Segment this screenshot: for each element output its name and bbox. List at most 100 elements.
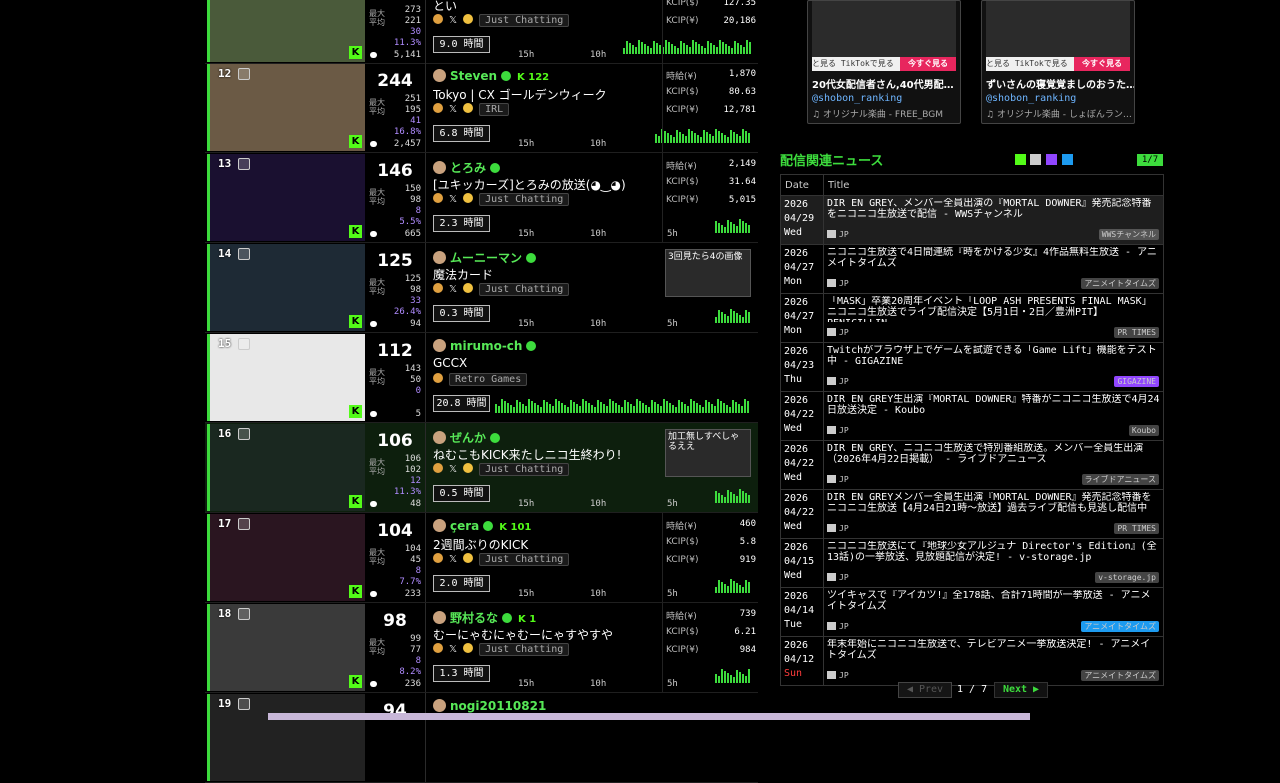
news-row[interactable]: 2026 04/27 Mon ニコニコ生放送で4日間連続『時をかける少女』4作品無料…: [780, 244, 1164, 294]
stream-info[interactable]: nogi20110821: [430, 693, 660, 782]
stream-info[interactable]: とろみ [ユキッカーズ]とろみの放送(◕‿◕) 𝕏 Just Chatting 2.…: [430, 153, 660, 242]
next-page-button[interactable]: Next ▶: [994, 682, 1048, 698]
channel-name[interactable]: ムーニーマン: [433, 249, 537, 266]
watch-now-button[interactable]: 今すぐ見る: [900, 57, 956, 71]
category-tag[interactable]: Just Chatting: [479, 553, 570, 566]
news-title[interactable]: ニコニコ生放送にて『地球少女アルジュナ Director's Edition』(…: [827, 541, 1160, 567]
news-title-cell[interactable]: DIR EN GREY、メンバー全員出演の『MORTAL DOWNER』発売記念…: [823, 195, 1164, 245]
news-title-cell[interactable]: DIR EN GREY、ニコニコ生放送で特別番組放送。メンバー全員生出演（202…: [823, 440, 1164, 490]
news-source-badge[interactable]: PR TIMES: [1114, 327, 1159, 338]
news-title-cell[interactable]: Twitchがブラウザ上でゲームを試遊できる「Game Lift」機能をテスト中…: [823, 342, 1164, 392]
checkbox-icon[interactable]: [238, 68, 250, 80]
news-row[interactable]: 2026 04/12 Sun 年末年始にニコニコ生放送で、テレビアニメ一挙放送決定!…: [780, 636, 1164, 686]
channel-name[interactable]: ぜんか: [433, 429, 501, 446]
news-source-badge[interactable]: ライブドアニュース: [1081, 474, 1159, 485]
channel-name[interactable]: çera K 101: [433, 519, 531, 533]
news-title-cell[interactable]: ツイキャスで『アイカツ!』全178話、合計71時間が一挙放送 - アニメイトタイ…: [823, 587, 1164, 637]
news-title[interactable]: DIR EN GREY、ニコニコ生放送で特別番組放送。メンバー全員生出演（202…: [827, 443, 1160, 469]
channel-name[interactable]: nogi20110821: [433, 699, 546, 713]
stream-thumbnail[interactable]: 13 K: [207, 154, 365, 241]
news-title[interactable]: DIR EN GREYメンバー全員生出演『MORTAL DOWNER』発売記念特…: [827, 492, 1160, 518]
news-title[interactable]: ツイキャスで『アイカツ!』全178話、合計71時間が一挙放送 - アニメイトタイ…: [827, 590, 1160, 616]
stream-thumbnail[interactable]: K: [207, 0, 365, 62]
stream-thumbnail[interactable]: 14 K: [207, 244, 365, 331]
tiktok-card-2[interactable]: と見る TikTokで見る 今すぐ見る ずいさんの寝覚覚ましのおうた… @sho…: [981, 0, 1135, 124]
stream-info[interactable]: 野村るな K 1 むーにゃむにゃむーにゃすやすや 𝕏 Just Chatting 1.…: [430, 603, 660, 692]
stream-row[interactable]: 18 K 98 最大 平均 99 77 8 8.2% 236 野村るな K 1 むーにゃ…: [205, 603, 758, 693]
news-source-badge[interactable]: Koubo: [1128, 425, 1159, 436]
category-tag[interactable]: Just Chatting: [479, 193, 570, 206]
news-title[interactable]: 年末年始にニコニコ生放送で、テレビアニメ一挙放送決定! - アニメイトタイムズ: [827, 639, 1160, 665]
channel-name[interactable]: Steven K 122: [433, 69, 549, 83]
category-tag[interactable]: Retro Games: [449, 373, 528, 386]
stream-thumbnail[interactable]: 15 K: [207, 334, 365, 421]
news-title[interactable]: ニコニコ生放送で4日間連続『時をかける少女』4作品無料生放送 - アニメイトタイ…: [827, 247, 1160, 273]
stream-thumbnail[interactable]: 12 K: [207, 64, 365, 151]
stream-row[interactable]: 16 K 106 最大 平均 106 102 12 11.3% 48 ぜんか ねむこも…: [205, 423, 758, 513]
stream-thumbnail[interactable]: 17 K: [207, 514, 365, 601]
checkbox-icon[interactable]: [238, 158, 250, 170]
news-source-badge[interactable]: v-storage.jp: [1095, 572, 1159, 583]
stream-thumbnail[interactable]: 16 K: [207, 424, 365, 511]
category-tag[interactable]: Just Chatting: [479, 14, 570, 27]
stream-row[interactable]: 19 94 nogi20110821: [205, 693, 758, 783]
x-icon[interactable]: 𝕏: [449, 284, 457, 295]
channel-name[interactable]: 野村るな K 1: [433, 609, 536, 626]
stream-row[interactable]: K 最大 平均 273 221 30 11.3% 5,141 とい 𝕏 Just …: [205, 0, 758, 64]
news-row[interactable]: 2026 04/22 Wed DIR EN GREYメンバー全員生出演『MORTAL…: [780, 489, 1164, 539]
checkbox-icon[interactable]: [238, 338, 250, 350]
news-title-cell[interactable]: ニコニコ生放送で4日間連続『時をかける少女』4作品無料生放送 - アニメイトタイ…: [823, 244, 1164, 294]
twitcasting-filter-icon[interactable]: [1062, 154, 1073, 165]
x-icon[interactable]: 𝕏: [449, 464, 457, 475]
stream-info[interactable]: ぜんか ねむこもKICK来たしニコ生終わり! 𝕏 Just Chatting 0.5…: [430, 423, 751, 512]
stream-preview[interactable]: 加工無しすべしゃるええ: [665, 429, 751, 477]
stream-info[interactable]: Steven K 122 Tokyo | CX ゴールデンウィーク 𝕏 IRL 6.8…: [430, 63, 660, 152]
stream-row[interactable]: 13 K 146 最大 平均 150 98 8 5.5% 665 とろみ [ユキッカー…: [205, 153, 758, 243]
stream-info[interactable]: çera K 101 2週間ぶりのKICK 𝕏 Just Chatting 2.0 時…: [430, 513, 660, 602]
news-row[interactable]: 2026 04/15 Wed ニコニコ生放送にて『地球少女アルジュナ Directo…: [780, 538, 1164, 588]
stream-thumbnail[interactable]: 19: [207, 694, 365, 781]
news-row[interactable]: 2026 04/23 Thu Twitchがブラウザ上でゲームを試遊できる「Game…: [780, 342, 1164, 392]
news-title-cell[interactable]: 年末年始にニコニコ生放送で、テレビアニメ一挙放送決定! - アニメイトタイムズ J…: [823, 636, 1164, 686]
news-title[interactable]: DIR EN GREY、メンバー全員出演の『MORTAL DOWNER』発売記念…: [827, 198, 1160, 224]
tiktok-user[interactable]: @shobon_ranking: [986, 93, 1076, 104]
x-icon[interactable]: 𝕏: [449, 194, 457, 205]
twitch-filter-icon[interactable]: [1046, 154, 1057, 165]
checkbox-icon[interactable]: [238, 698, 250, 710]
x-icon[interactable]: 𝕏: [449, 644, 457, 655]
news-source-badge[interactable]: アニメイトタイムズ: [1081, 670, 1159, 681]
checkbox-icon[interactable]: [238, 608, 250, 620]
checkbox-icon[interactable]: [238, 518, 250, 530]
stream-preview[interactable]: 3回見たら4の画像: [665, 249, 751, 297]
stream-row[interactable]: 14 K 125 最大 平均 125 98 33 26.4% 94 ムーニーマン 魔法…: [205, 243, 758, 333]
news-source-badge[interactable]: アニメイトタイムズ: [1081, 621, 1159, 632]
x-icon[interactable]: 𝕏: [449, 104, 457, 115]
watch-now-button[interactable]: 今すぐ見る: [1074, 57, 1130, 71]
checkbox-icon[interactable]: [238, 248, 250, 260]
news-row[interactable]: 2026 04/22 Wed DIR EN GREY、ニコニコ生放送で特別番組放送。…: [780, 440, 1164, 490]
prev-page-button[interactable]: ◀ Prev: [898, 682, 952, 698]
news-title[interactable]: Twitchがブラウザ上でゲームを試遊できる「Game Lift」機能をテスト中…: [827, 345, 1160, 371]
news-row[interactable]: 2026 04/29 Wed DIR EN GREY、メンバー全員出演の『MORTA…: [780, 195, 1164, 245]
tiktok-card-1[interactable]: と見る TikTokで見る 今すぐ見る 20代女配信者さん,40代男配… @sh…: [807, 0, 961, 124]
niconico-filter-icon[interactable]: [1030, 154, 1041, 165]
stream-info[interactable]: ムーニーマン 魔法カード 𝕏 Just Chatting 0.3 時間 3回見たら4の…: [430, 243, 751, 332]
category-tag[interactable]: Just Chatting: [479, 283, 570, 296]
stream-row[interactable]: 12 K 244 最大 平均 251 195 41 16.8% 2,457 Stev…: [205, 63, 758, 153]
x-icon[interactable]: 𝕏: [449, 554, 457, 565]
news-source-badge[interactable]: PR TIMES: [1114, 523, 1159, 534]
x-icon[interactable]: 𝕏: [449, 15, 457, 26]
checkbox-icon[interactable]: [238, 428, 250, 440]
channel-name[interactable]: mirumo-ch: [433, 339, 537, 353]
category-tag[interactable]: IRL: [479, 103, 510, 116]
news-source-badge[interactable]: GIGAZINE: [1114, 376, 1159, 387]
news-source-badge[interactable]: アニメイトタイムズ: [1081, 278, 1159, 289]
tiktok-user[interactable]: @shobon_ranking: [812, 93, 902, 104]
news-source-badge[interactable]: WWSチャンネル: [1098, 229, 1159, 240]
news-title[interactable]: DIR EN GREY生出演『MORTAL DOWNER』特番がニコニコ生放送で…: [827, 394, 1160, 420]
kick-filter-icon[interactable]: [1015, 154, 1026, 165]
stream-thumbnail[interactable]: 18 K: [207, 604, 365, 691]
channel-name[interactable]: とろみ: [433, 159, 501, 176]
news-title-cell[interactable]: DIR EN GREY生出演『MORTAL DOWNER』特番がニコニコ生放送で…: [823, 391, 1164, 441]
category-tag[interactable]: Just Chatting: [479, 463, 570, 476]
